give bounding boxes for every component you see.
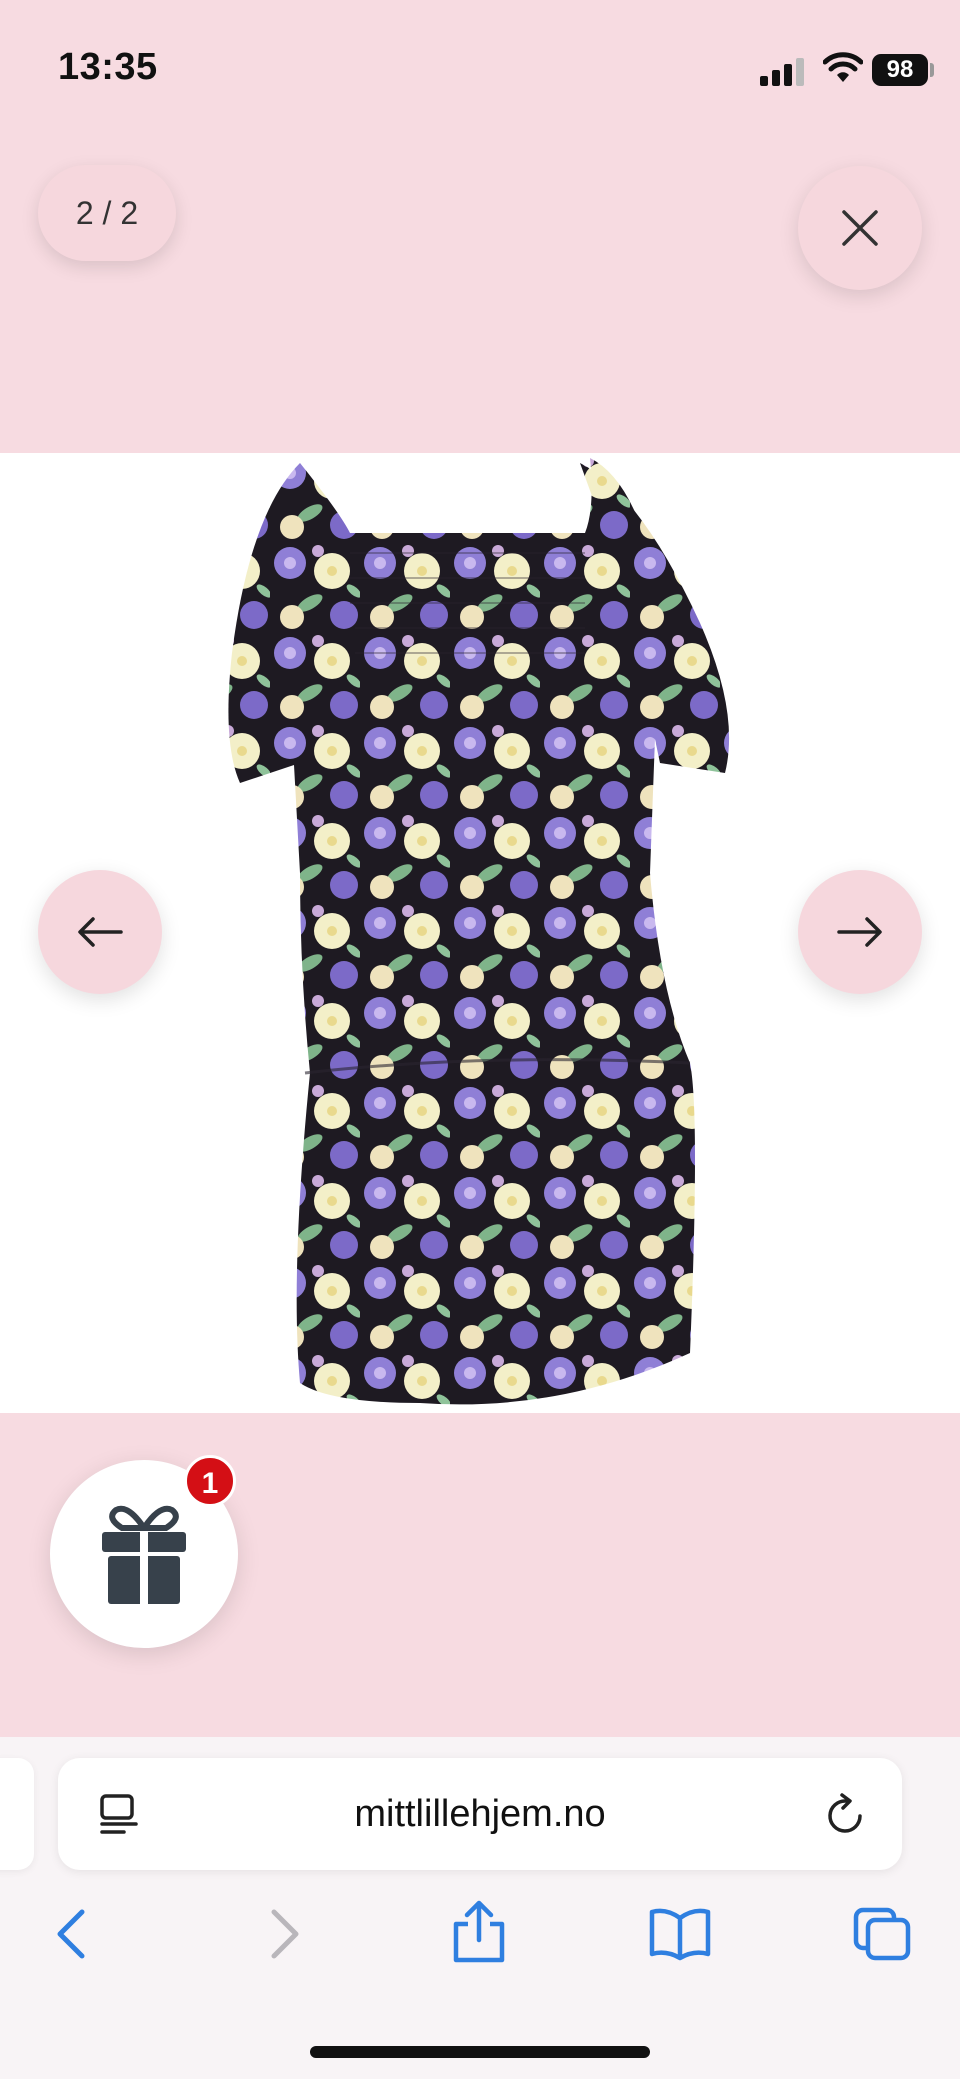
previous-image-button[interactable] [38, 870, 162, 994]
battery-nub [930, 63, 934, 77]
battery-indicator: 98 [872, 54, 928, 86]
reload-icon[interactable] [822, 1792, 868, 1838]
next-image-button[interactable] [798, 870, 922, 994]
url-text[interactable]: mittlillehjem.no [58, 1758, 902, 1870]
bookmarks-icon[interactable] [648, 1906, 712, 1962]
forward-icon[interactable] [254, 1906, 310, 1962]
previous-tab-preview[interactable] [0, 1758, 34, 1870]
share-icon[interactable] [450, 1900, 508, 1964]
tabs-icon[interactable] [852, 1906, 912, 1962]
status-time: 13:35 [58, 46, 158, 88]
reader-icon[interactable] [96, 1792, 144, 1836]
cellular-signal-icon [760, 58, 804, 86]
close-icon [842, 210, 878, 246]
gift-icon [102, 1505, 186, 1604]
back-icon[interactable] [46, 1906, 102, 1962]
arrow-right-icon [837, 917, 882, 947]
close-button[interactable] [798, 166, 922, 290]
home-indicator [310, 2046, 650, 2058]
wifi-icon [823, 52, 863, 82]
gift-badge: 1 [184, 1455, 236, 1507]
gallery-counter: 2 / 2 [38, 165, 176, 261]
arrow-left-icon [78, 917, 123, 947]
